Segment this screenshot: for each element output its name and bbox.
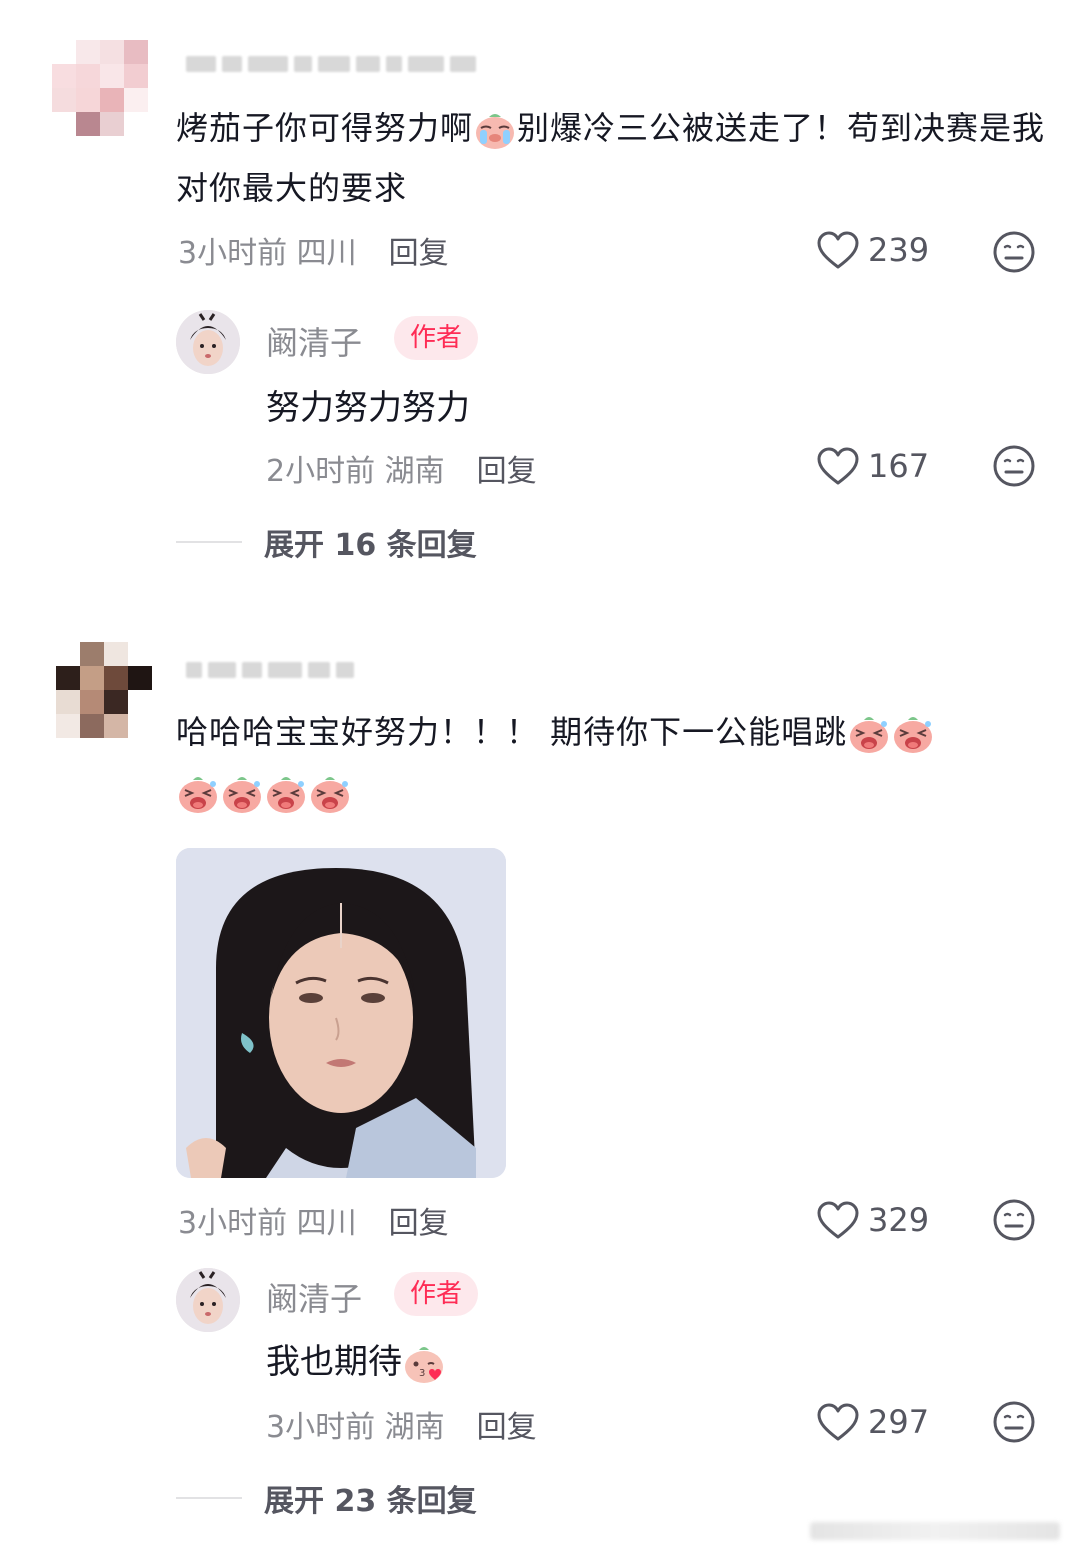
author-avatar-image <box>176 1268 240 1332</box>
author-reply-text-body: 我也期待 <box>266 1342 402 1382</box>
author-badge: 作者 <box>394 316 479 360</box>
comment-text: 烤茄子你可得努力啊 别爆冷三公被送走了！苟到决赛是我对你最大的要求 <box>176 98 1046 218</box>
comment-text-body: 哈哈哈宝宝好努力！！！ 期待你下一公能唱跳 <box>176 713 848 751</box>
heart-icon <box>816 446 860 486</box>
commenter-avatar[interactable] <box>52 40 148 136</box>
laughing-pig-emoji-icon <box>308 772 352 816</box>
expand-replies-button[interactable]: 展开 23 条回复 <box>176 1476 477 1520</box>
author-reply-time: 2小时前 <box>266 454 376 489</box>
laughing-pig-emoji-icon <box>264 772 308 816</box>
reply-button[interactable]: 回复 <box>389 228 449 272</box>
kissing-pig-emoji-icon <box>402 1342 446 1386</box>
author-reply-location: 湖南 <box>384 454 445 489</box>
comment-location: 四川 <box>296 1206 357 1241</box>
crying-pig-emoji-icon <box>473 108 517 152</box>
author-reply-meta: 2小时前 湖南 回复 <box>266 446 537 490</box>
author-like-count: 167 <box>868 447 930 485</box>
heart-icon <box>816 230 860 270</box>
laughing-pig-emoji-icon <box>220 772 264 816</box>
laughing-pig-emoji-icon <box>176 772 220 816</box>
expand-replies-label: 展开 16 条回复 <box>264 528 477 563</box>
author-avatar[interactable] <box>176 310 240 374</box>
dislike-face-icon[interactable] <box>992 1400 1036 1444</box>
expand-replies-button[interactable]: 展开 16 条回复 <box>176 520 477 564</box>
like-button[interactable]: 239 <box>816 230 929 270</box>
author-like-button[interactable]: 167 <box>816 446 929 486</box>
woman-photo <box>176 848 506 1178</box>
comment-meta: 3小时前 四川 回复 <box>178 228 449 272</box>
commenter-avatar[interactable] <box>56 642 152 738</box>
commenter-name[interactable] <box>186 662 354 678</box>
watermark <box>810 1522 1060 1540</box>
comment-time: 3小时前 <box>178 236 288 271</box>
author-name[interactable]: 阚清子 <box>266 1274 362 1320</box>
author-badge: 作者 <box>394 1272 479 1316</box>
comment-meta: 3小时前 四川 回复 <box>178 1198 449 1242</box>
like-button[interactable]: 329 <box>816 1200 929 1240</box>
divider-line <box>176 541 242 543</box>
author-reply-location: 湖南 <box>384 1410 445 1445</box>
comment-text-part1: 烤茄子你可得努力啊 <box>176 109 474 147</box>
dislike-face-icon[interactable] <box>992 1198 1036 1242</box>
author-like-count: 297 <box>868 1403 930 1441</box>
author-reply-text: 努力努力努力 <box>266 388 470 428</box>
author-avatar-image <box>176 310 240 374</box>
commenter-name[interactable] <box>186 56 476 72</box>
heart-icon <box>816 1200 860 1240</box>
expand-replies-label: 展开 23 条回复 <box>264 1484 477 1519</box>
reply-button[interactable]: 回复 <box>389 1198 449 1242</box>
comment-time: 3小时前 <box>178 1206 288 1241</box>
author-name[interactable]: 阚清子 <box>266 318 362 364</box>
author-reply-button[interactable]: 回复 <box>477 446 537 490</box>
like-count: 329 <box>868 1201 930 1239</box>
laughing-pig-emoji-icon <box>847 712 891 756</box>
comment-text: 哈哈哈宝宝好努力！！！ 期待你下一公能唱跳 <box>176 702 1046 822</box>
comment-image[interactable] <box>176 848 506 1178</box>
comment-location: 四川 <box>296 236 357 271</box>
author-reply-button[interactable]: 回复 <box>477 1402 537 1446</box>
laughing-pig-emoji-icon <box>891 712 935 756</box>
author-reply-time: 3小时前 <box>266 1410 376 1445</box>
author-avatar[interactable] <box>176 1268 240 1332</box>
divider-line <box>176 1497 242 1499</box>
author-reply-meta: 3小时前 湖南 回复 <box>266 1402 537 1446</box>
like-count: 239 <box>868 231 930 269</box>
dislike-face-icon[interactable] <box>992 230 1036 274</box>
author-reply-text: 我也期待 <box>266 1334 446 1386</box>
author-like-button[interactable]: 297 <box>816 1402 929 1442</box>
heart-icon <box>816 1402 860 1442</box>
dislike-face-icon[interactable] <box>992 444 1036 488</box>
